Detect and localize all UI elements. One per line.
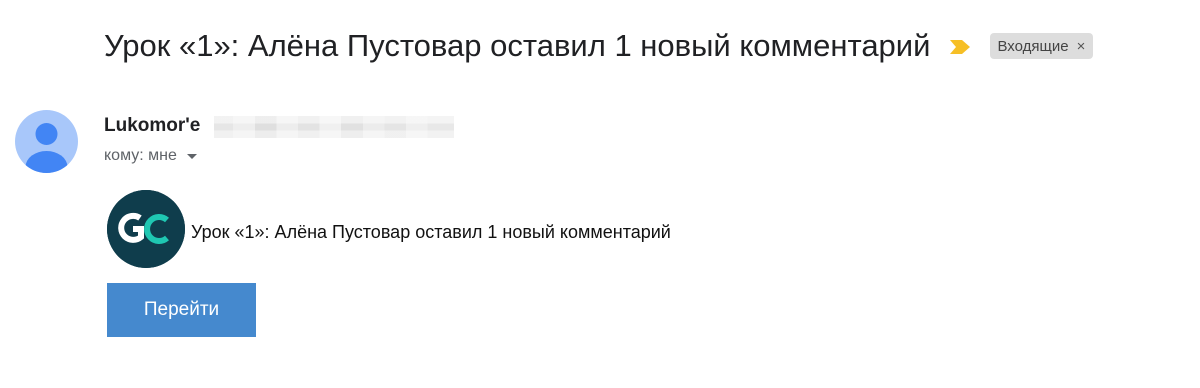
remove-label-icon[interactable]: × <box>1077 38 1086 55</box>
email-view: Урок «1»: Алёна Пустовар оставил 1 новый… <box>0 0 1200 388</box>
label-chip-inbox: Входящие × <box>990 33 1094 59</box>
person-icon <box>15 110 78 173</box>
recipient-details-toggle[interactable]: кому: мне <box>104 147 197 165</box>
body-message: Урок «1»: Алёна Пустовар оставил 1 новый… <box>191 222 671 242</box>
sender-avatar[interactable] <box>15 110 78 173</box>
sender-name: Lukomor'e <box>104 115 201 136</box>
subject-row: Урок «1»: Алёна Пустовар оставил 1 новый… <box>104 22 1094 70</box>
recipient-text: кому: мне <box>104 147 177 164</box>
chevron-down-icon <box>186 153 197 159</box>
go-button[interactable]: Перейти <box>107 283 256 337</box>
importance-marker-icon[interactable] <box>950 40 971 54</box>
gc-logo-mark <box>107 190 185 268</box>
label-chip-text: Входящие <box>997 37 1069 55</box>
sender-email-redacted <box>214 116 454 138</box>
email-subject: Урок «1»: Алёна Пустовар оставил 1 новый… <box>104 28 931 63</box>
gc-logo <box>107 190 185 268</box>
